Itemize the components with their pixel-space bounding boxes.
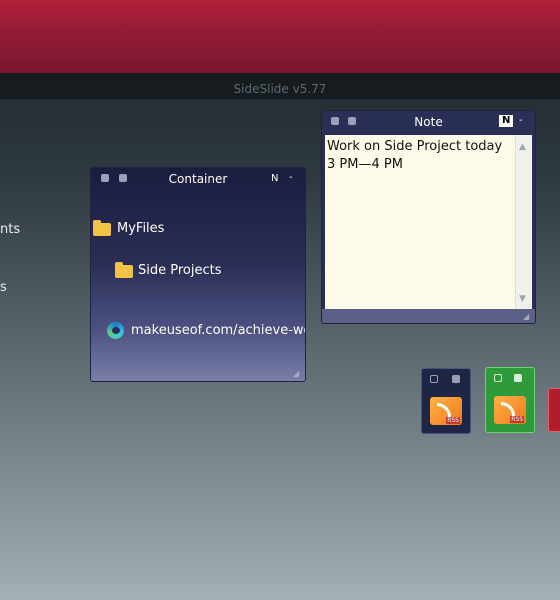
container-lock-dot[interactable] bbox=[119, 174, 127, 182]
resize-grip-icon[interactable]: ◢ bbox=[293, 370, 301, 378]
note-pin-dot[interactable] bbox=[331, 117, 339, 125]
edge-icon bbox=[107, 322, 124, 339]
tile-dot[interactable] bbox=[452, 375, 460, 383]
tile-dot[interactable] bbox=[494, 374, 502, 382]
rss-icon: RSS bbox=[430, 397, 462, 425]
scroll-down-icon[interactable]: ▼ bbox=[519, 290, 526, 308]
note-line-1: Work on Side Project today bbox=[327, 139, 503, 154]
container-header[interactable]: Container N - bbox=[91, 168, 305, 190]
top-bar bbox=[0, 0, 560, 73]
resize-grip-icon[interactable]: ◢ bbox=[523, 313, 531, 321]
folder-icon bbox=[115, 262, 133, 278]
myfiles-label: MyFiles bbox=[117, 221, 165, 236]
tile-dot[interactable] bbox=[430, 375, 438, 383]
note-textarea[interactable]: Work on Side Project today 3 PM—4 PM ▲ ▼ bbox=[325, 135, 532, 311]
scroll-up-icon[interactable]: ▲ bbox=[519, 138, 526, 156]
link-label: makeuseof.com/achieve-wo bbox=[131, 323, 306, 338]
note-lock-dot[interactable] bbox=[348, 117, 356, 125]
side-projects-label: Side Projects bbox=[138, 263, 222, 278]
rss-tile-2[interactable]: RSS bbox=[485, 367, 535, 433]
container-title: Container bbox=[168, 172, 228, 186]
left-partial-label-1[interactable]: nts bbox=[0, 222, 20, 237]
note-line-2: 3 PM—4 PM bbox=[327, 157, 403, 172]
container-window[interactable]: Container N - MyFiles Side Projects make… bbox=[90, 167, 306, 382]
rss-tile-1[interactable]: RSS bbox=[421, 368, 471, 434]
container-minimize-button[interactable]: - bbox=[289, 168, 293, 188]
note-n-button[interactable]: N bbox=[499, 115, 514, 127]
left-partial-label-2[interactable]: s bbox=[0, 280, 7, 295]
container-pin-dot[interactable] bbox=[101, 174, 109, 182]
note-window[interactable]: Note N - Work on Side Project today 3 PM… bbox=[321, 110, 536, 324]
container-n-button[interactable]: N bbox=[271, 168, 278, 190]
note-scrollbar[interactable]: ▲ ▼ bbox=[515, 135, 532, 311]
note-header[interactable]: Note N - bbox=[322, 111, 535, 133]
rss-tile-3[interactable] bbox=[548, 388, 560, 432]
rss-icon: RSS bbox=[494, 396, 526, 424]
tile-dot[interactable] bbox=[514, 374, 522, 382]
app-title: SideSlide v5.77 bbox=[0, 73, 560, 99]
note-minimize-button[interactable]: - bbox=[519, 111, 523, 131]
note-title: Note bbox=[414, 115, 443, 129]
note-footer: ◢ bbox=[322, 309, 535, 323]
folder-icon bbox=[93, 220, 111, 236]
